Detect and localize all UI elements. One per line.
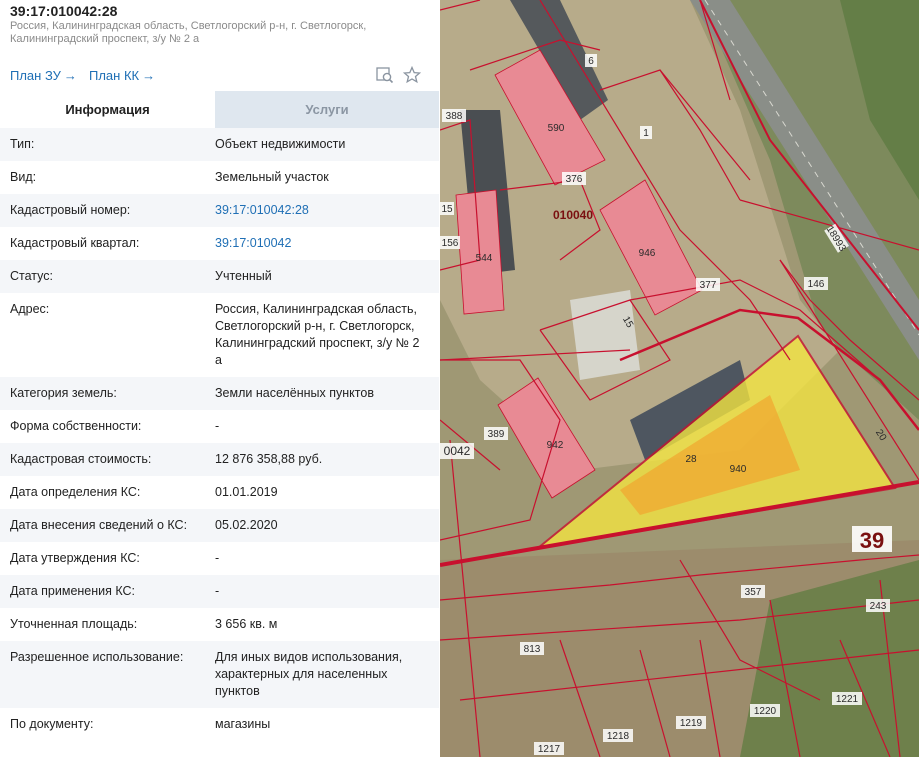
info-row-label: Статус: xyxy=(10,269,53,283)
parcel-label: 243 xyxy=(870,601,887,612)
quarter-label: 010040 xyxy=(553,208,593,222)
info-panel: 39:17:010042:28 Россия, Калининградская … xyxy=(0,0,439,757)
info-row: Кадастровый квартал: 39:17:010042 xyxy=(0,227,439,260)
info-row-label: Форма собственности: xyxy=(10,419,142,433)
info-row: По документу: магазины xyxy=(0,708,439,741)
plan-zu-link[interactable]: План ЗУ → xyxy=(10,68,77,83)
object-address: Россия, Калининградская область, Светлог… xyxy=(10,20,410,46)
info-row-value: - xyxy=(215,419,220,433)
parcel-label: 6 xyxy=(588,56,594,67)
quarter-label: 0042 xyxy=(444,444,471,458)
cadastral-map[interactable]: 6 388 590 1 376 010040 15 156 544 946 18… xyxy=(440,0,919,757)
parcel-label: 28 xyxy=(685,454,697,465)
info-row: Дата внесения сведений о КС: 05.02.2020 xyxy=(0,509,439,542)
info-row: Разрешенное использование: Для иных видов… xyxy=(0,641,439,708)
info-row-value: Россия, Калининградская область, Светлог… xyxy=(215,302,420,367)
info-row-link[interactable]: 39:17:010042 xyxy=(215,235,425,252)
parcel-label: 376 xyxy=(566,174,583,185)
parcel-label: 1 xyxy=(643,128,649,139)
info-row-label: Адрес: xyxy=(10,302,50,316)
info-table: Тип: Объект недвижимости Вид: Земельный уча… xyxy=(0,128,439,741)
parcel-label: 1221 xyxy=(836,694,859,705)
info-row-label: Дата применения КС: xyxy=(10,584,136,598)
parcel-label: 1219 xyxy=(680,718,703,729)
parcel-label: 544 xyxy=(476,253,493,264)
info-row: Уточненная площадь: 3 656 кв. м xyxy=(0,608,439,641)
tab-services[interactable]: Услуги xyxy=(215,91,439,128)
star-icon[interactable] xyxy=(402,65,422,84)
info-row: Тип: Объект недвижимости xyxy=(0,128,439,161)
info-row: Статус: Учтенный xyxy=(0,260,439,293)
info-row: Форма собственности: - xyxy=(0,410,439,443)
info-row-value: 05.02.2020 xyxy=(215,518,278,532)
info-row-label: Дата определения КС: xyxy=(10,485,141,499)
parcel-label: 940 xyxy=(730,464,747,475)
parcel-label: 389 xyxy=(488,429,505,440)
arrow-right-icon: → xyxy=(63,68,77,83)
parcel-label: 946 xyxy=(639,248,656,259)
info-row-value: - xyxy=(215,551,220,565)
info-row-label: Разрешенное использование: xyxy=(10,650,184,664)
parcel-label: 377 xyxy=(700,280,717,291)
plan-kk-link[interactable]: План КК → xyxy=(89,68,155,83)
info-row-value: Земли населённых пунктов xyxy=(215,386,374,400)
info-row-value: Для иных видов использования, характерны… xyxy=(215,650,403,698)
info-row-label: Дата утверждения КС: xyxy=(10,551,140,565)
district-label: 39 xyxy=(860,528,884,553)
info-row-value: 3 656 кв. м xyxy=(215,617,278,631)
info-row-label: Категория земель: xyxy=(10,386,117,400)
plan-kk-label: План КК xyxy=(89,68,140,83)
parcel-label: 1217 xyxy=(538,744,561,755)
info-row: Категория земель: Земли населённых пункто… xyxy=(0,377,439,410)
info-row-label: Кадастровая стоимость: xyxy=(10,452,152,466)
info-row-value: 01.01.2019 xyxy=(215,485,278,499)
arrow-right-icon: → xyxy=(142,68,156,83)
info-row: Дата определения КС: 01.01.2019 xyxy=(0,476,439,509)
parcel-label: 146 xyxy=(808,279,825,290)
info-row-value: Учтенный xyxy=(215,269,272,283)
info-row-label: Уточненная площадь: xyxy=(10,617,138,631)
light-structure xyxy=(570,290,640,380)
info-row-value: Объект недвижимости xyxy=(215,137,346,151)
parcel-label: 156 xyxy=(442,238,459,249)
info-row: Кадастровая стоимость: 12 876 358,88 руб. xyxy=(0,443,439,476)
info-row: Дата утверждения КС: - xyxy=(0,542,439,575)
parcel-label: 813 xyxy=(524,644,541,655)
parcel-label: 942 xyxy=(547,440,564,451)
info-row: Адрес: Россия, Калининградская область, С… xyxy=(0,293,439,377)
parcel-label: 590 xyxy=(548,123,565,134)
cadastral-title: 39:17:010042:28 xyxy=(10,3,118,19)
parcel-label: 388 xyxy=(446,111,463,122)
parcel-label: 1218 xyxy=(607,731,630,742)
info-row-value: Земельный участок xyxy=(215,170,329,184)
parcel-label: 1220 xyxy=(754,706,777,717)
info-row-label: Кадастровый квартал: xyxy=(10,236,140,250)
search-map-icon[interactable] xyxy=(376,66,394,84)
info-row-label: Кадастровый номер: xyxy=(10,203,131,217)
info-row-value: - xyxy=(215,584,220,598)
info-row: Кадастровый номер: 39:17:010042:28 xyxy=(0,194,439,227)
info-row: Дата применения КС: - xyxy=(0,575,439,608)
address-line-1: Россия, Калининградская область, Светлог… xyxy=(10,20,367,32)
parcel-label: 15 xyxy=(441,204,453,215)
tab-information[interactable]: Информация xyxy=(0,91,215,128)
info-row-value: 12 876 358,88 руб. xyxy=(215,452,323,466)
parcel-label: 357 xyxy=(745,587,762,598)
info-row-label: Дата внесения сведений о КС: xyxy=(10,518,188,532)
info-row-label: По документу: xyxy=(10,717,94,731)
plan-zu-label: План ЗУ xyxy=(10,68,61,83)
info-row-link[interactable]: 39:17:010042:28 xyxy=(215,202,425,219)
info-row: Вид: Земельный участок xyxy=(0,161,439,194)
tab-bar: Информация Услуги xyxy=(0,91,439,128)
address-line-2: Калининградский проспект, з/у № 2 а xyxy=(10,33,200,45)
info-row-value: магазины xyxy=(215,717,271,731)
info-row-label: Тип: xyxy=(10,137,35,151)
info-row-label: Вид: xyxy=(10,170,37,184)
